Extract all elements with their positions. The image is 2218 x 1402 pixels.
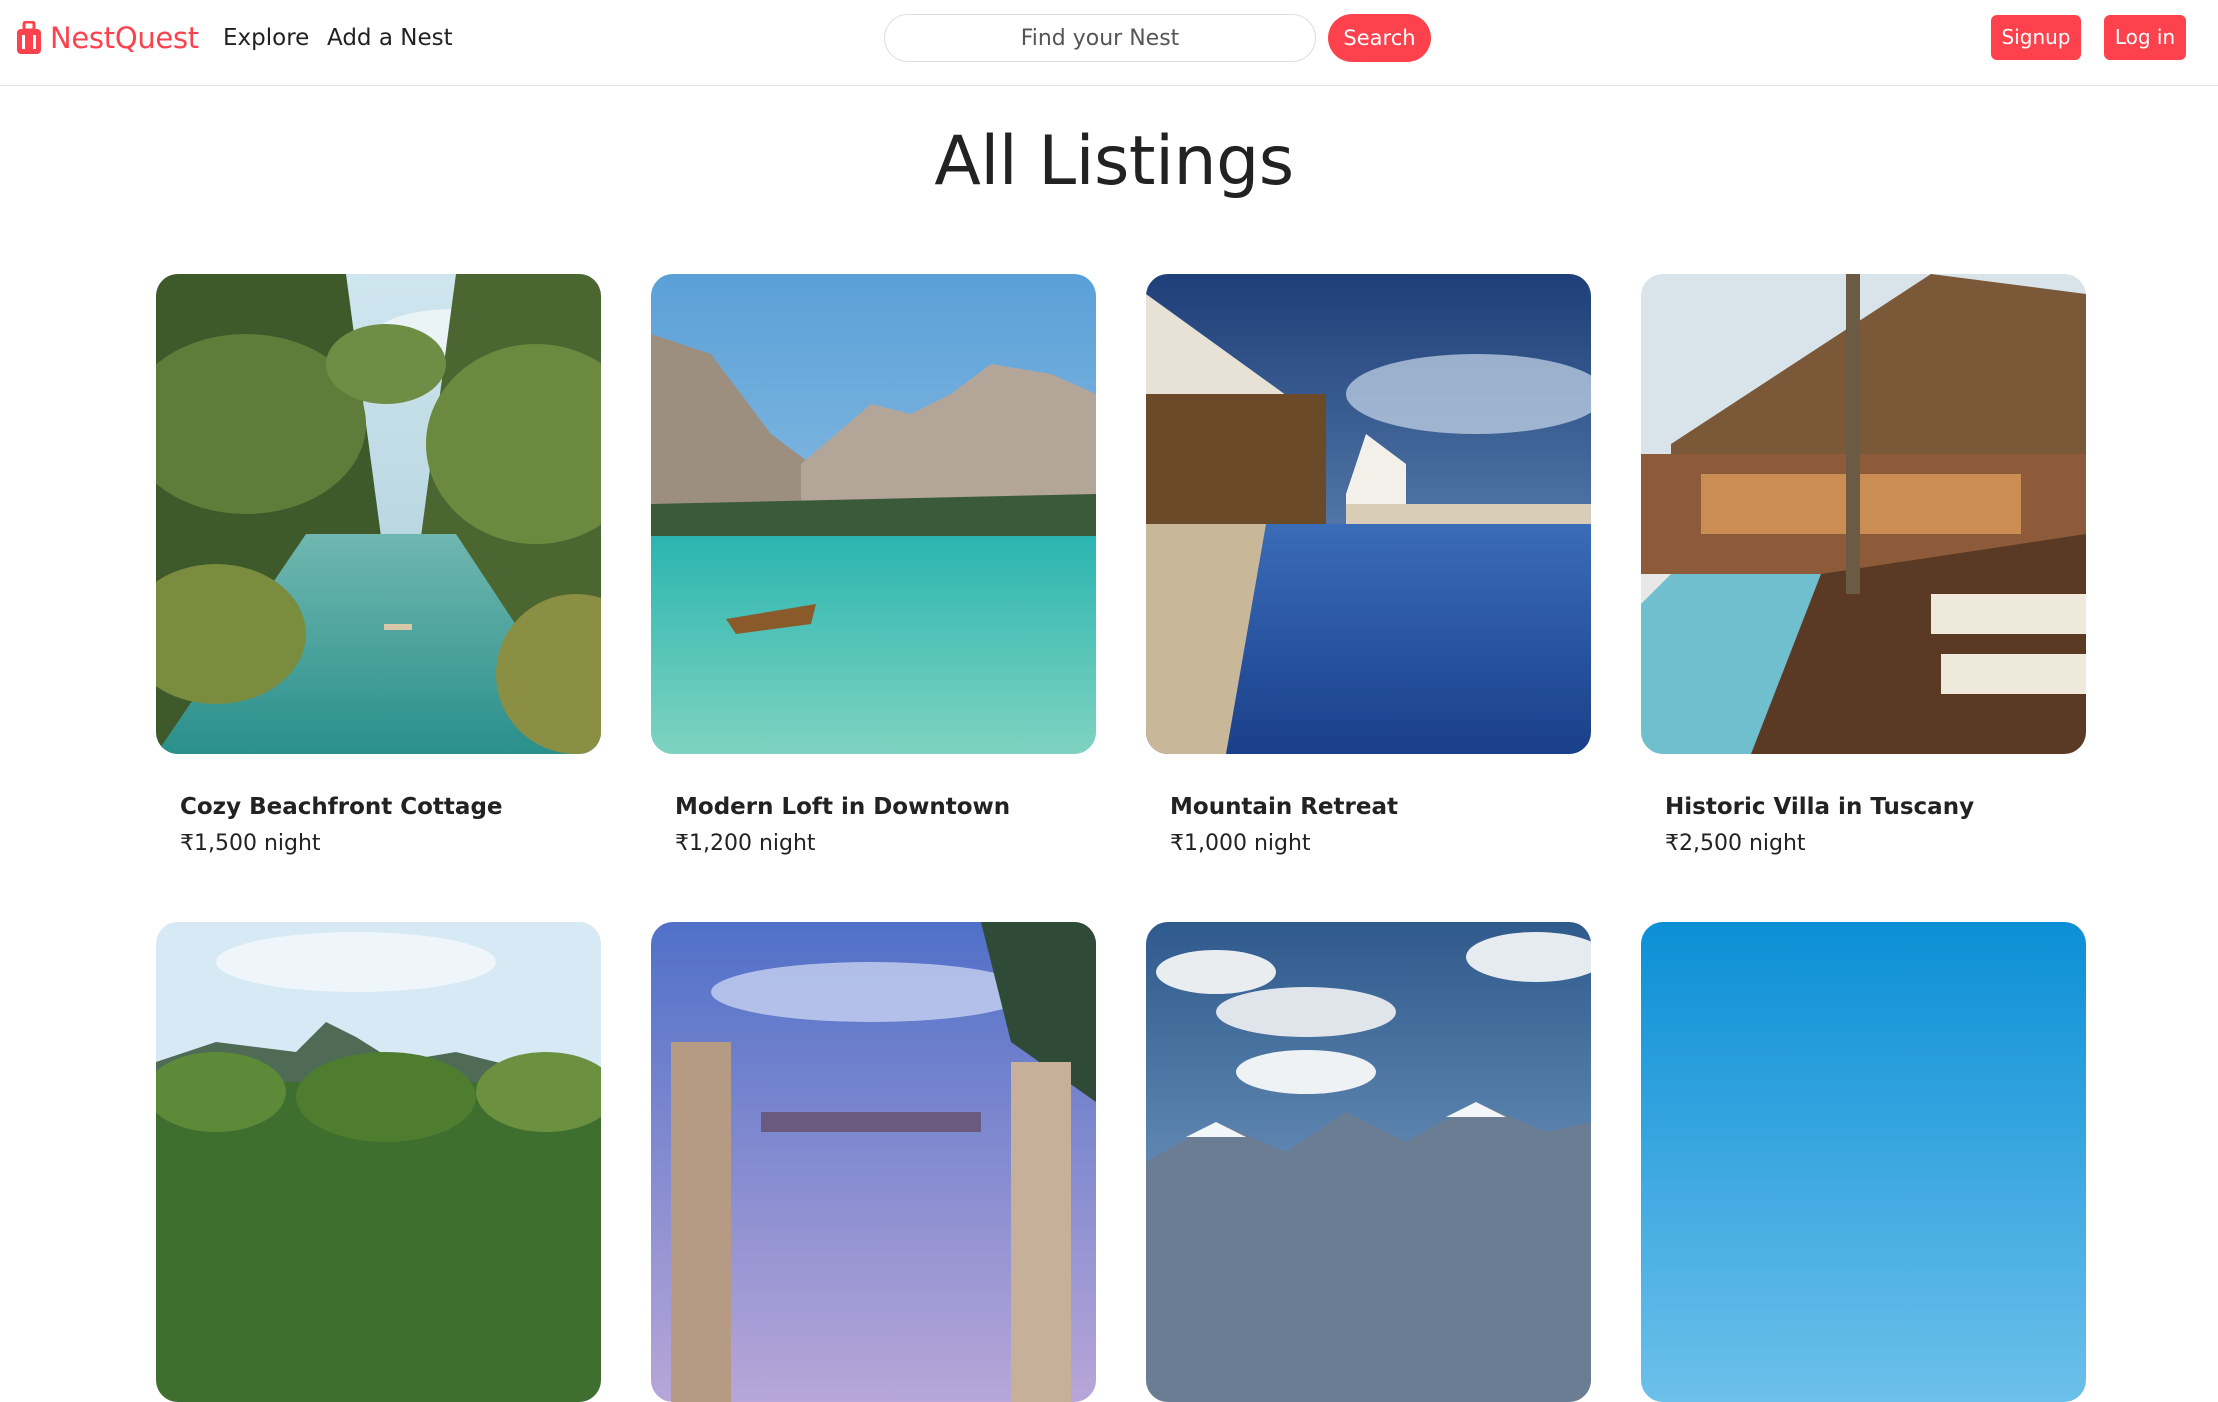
- brand-link[interactable]: NestQuest: [16, 18, 199, 58]
- navbar: NestQuest Explore Add a Nest Search Sign…: [0, 0, 2218, 86]
- listing-image: [1146, 922, 1591, 1402]
- listing-title: Cozy Beachfront Cottage: [180, 794, 503, 820]
- brand-name: NestQuest: [50, 21, 199, 55]
- listing-image: [1146, 274, 1591, 754]
- listing-title: Modern Loft in Downtown: [675, 794, 1011, 820]
- listing-card[interactable]: [1641, 922, 2086, 1402]
- listing-card[interactable]: [156, 922, 601, 1402]
- listing-card[interactable]: Cozy Beachfront Cottage ₹1,500 night: [156, 274, 601, 856]
- nav-explore-link[interactable]: Explore: [223, 22, 309, 54]
- listing-image: [651, 274, 1096, 754]
- page-title: All Listings: [934, 122, 1294, 201]
- listing-price: ₹1,200 night: [675, 831, 816, 856]
- search-input[interactable]: [884, 14, 1316, 62]
- login-button[interactable]: Log in: [2104, 15, 2186, 60]
- listing-title: Historic Villa in Tuscany: [1665, 794, 1975, 820]
- listing-card[interactable]: Modern Loft in Downtown ₹1,200 night: [651, 274, 1096, 856]
- listing-image: [1641, 274, 2086, 754]
- listing-image: [1641, 922, 2086, 1402]
- signup-button[interactable]: Signup: [1991, 15, 2081, 60]
- listing-card[interactable]: [651, 922, 1096, 1402]
- listing-image: [651, 922, 1096, 1402]
- nav-add-nest-link[interactable]: Add a Nest: [327, 22, 453, 54]
- listing-price: ₹2,500 night: [1665, 831, 1806, 856]
- listing-image: [156, 274, 601, 754]
- suitcase-icon: [17, 21, 41, 54]
- listing-card[interactable]: [1146, 922, 1591, 1402]
- search-button[interactable]: Search: [1328, 14, 1431, 62]
- listing-card[interactable]: Mountain Retreat ₹1,000 night: [1146, 274, 1591, 856]
- listing-price: ₹1,000 night: [1170, 831, 1311, 856]
- listing-price: ₹1,500 night: [180, 831, 321, 856]
- listing-image: [156, 922, 601, 1402]
- listing-title: Mountain Retreat: [1170, 794, 1398, 820]
- listing-card[interactable]: Historic Villa in Tuscany ₹2,500 night: [1641, 274, 2086, 856]
